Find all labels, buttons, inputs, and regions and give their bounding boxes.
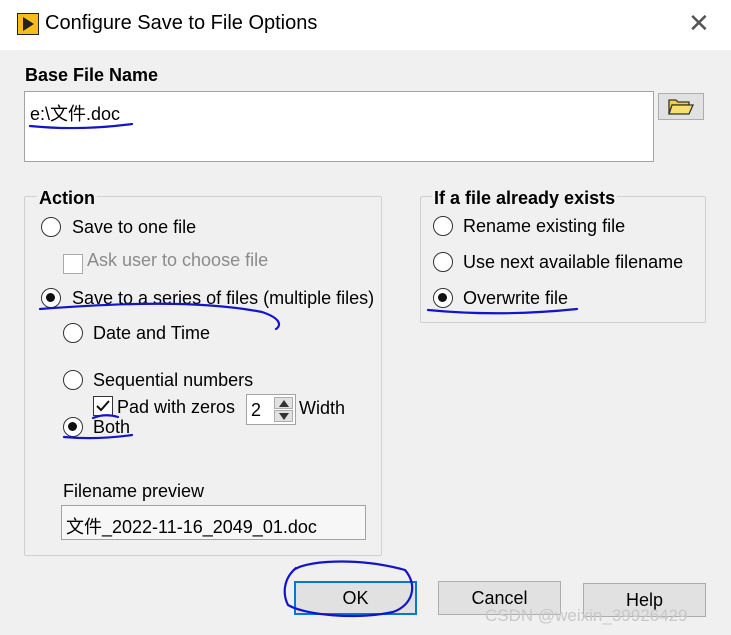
save-one-file-label[interactable]: Save to one file [72, 217, 196, 238]
both-label[interactable]: Both [93, 417, 130, 438]
radio-rename-existing[interactable] [433, 216, 453, 236]
radio-date-time[interactable] [63, 323, 83, 343]
filename-preview-value: 文件_2022-11-16_2049_01.doc [66, 517, 317, 537]
base-file-name-value: e:\文件.doc [30, 104, 121, 124]
decrement-button[interactable] [274, 410, 293, 422]
ok-button[interactable]: OK [294, 581, 417, 615]
rename-existing-label[interactable]: Rename existing file [463, 216, 625, 237]
date-time-label[interactable]: Date and Time [93, 323, 210, 344]
radio-save-one-file[interactable] [41, 217, 61, 237]
width-stepper[interactable]: 2 [246, 394, 296, 425]
watermark-text: CSDN @weixin_39926429 [485, 606, 688, 625]
folder-open-icon [668, 99, 695, 115]
overwrite-label[interactable]: Overwrite file [463, 288, 568, 309]
increment-button[interactable] [274, 397, 293, 409]
browse-button[interactable] [658, 93, 704, 120]
save-series-label[interactable]: Save to a series of files (multiple file… [72, 288, 374, 309]
width-value: 2 [251, 400, 262, 420]
filename-preview-label: Filename preview [63, 481, 205, 501]
if-exists-label: If a file already exists [432, 188, 618, 209]
window-title: Configure Save to File Options [45, 12, 318, 34]
radio-save-series[interactable] [41, 288, 61, 308]
checkbox-ask-user [63, 254, 83, 274]
checkmark-icon [96, 400, 110, 412]
width-label: Width [299, 398, 346, 418]
close-icon[interactable]: ✕ [688, 10, 710, 36]
radio-next-available[interactable] [433, 252, 453, 272]
next-available-label[interactable]: Use next available filename [463, 252, 683, 273]
pad-zeros-label[interactable]: Pad with zeros [117, 397, 235, 418]
radio-sequential[interactable] [63, 370, 83, 390]
arrow-down-icon [278, 413, 289, 420]
sequential-label[interactable]: Sequential numbers [93, 370, 253, 391]
base-file-name-input[interactable]: e:\文件.doc [24, 91, 654, 162]
ask-user-label: Ask user to choose file [87, 250, 269, 270]
checkbox-pad-zeros[interactable] [93, 396, 113, 416]
radio-both[interactable] [63, 417, 83, 437]
arrow-up-icon [278, 400, 289, 407]
base-file-name-label: Base File Name [25, 65, 159, 85]
labview-run-icon [17, 13, 39, 35]
radio-overwrite[interactable] [433, 288, 453, 308]
filename-preview-field: 文件_2022-11-16_2049_01.doc [61, 505, 366, 540]
action-label: Action [37, 188, 97, 209]
